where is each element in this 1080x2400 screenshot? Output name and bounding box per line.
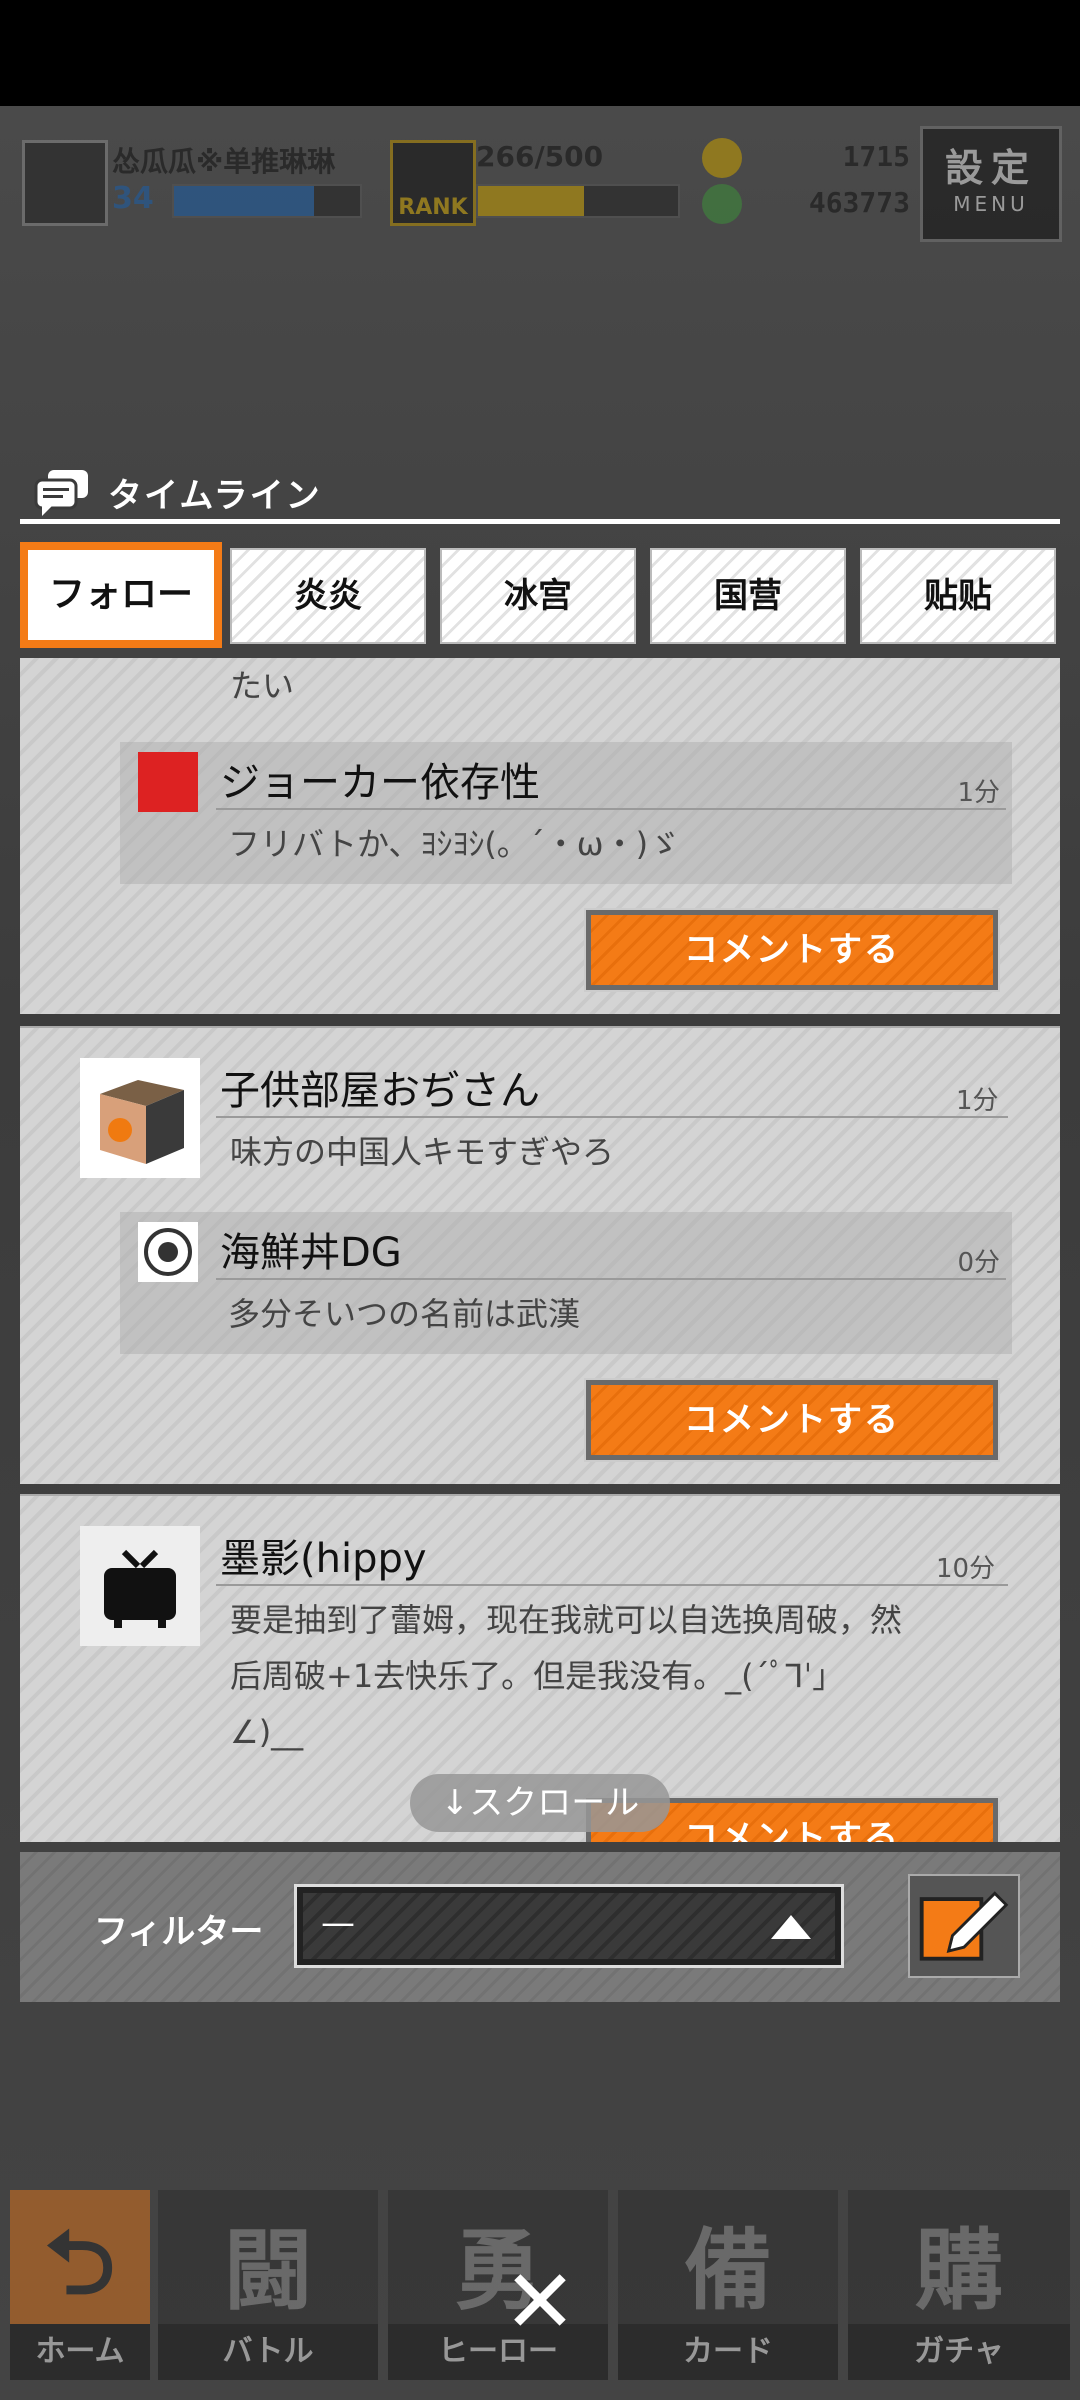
gacha-icon: 購 <box>914 2219 1003 2322</box>
nav-battle[interactable]: 闘 バトル <box>158 2190 378 2380</box>
comment-button[interactable]: コメントする <box>584 908 1000 992</box>
timeline-header: タイムライン <box>20 460 1060 524</box>
entry-divider <box>216 1584 1008 1586</box>
edit-pencil-icon <box>919 1891 1009 1961</box>
tab-tietie[interactable]: 贴贴 <box>860 548 1056 644</box>
reply-text: フリバトか、ﾖｼﾖｼ(。´・ω・)ゞ <box>228 825 681 863</box>
menu-label-top: 設定 <box>944 146 1037 190</box>
nav-gacha[interactable]: 購 ガチャ <box>848 2190 1070 2380</box>
status-bar <box>0 0 1080 106</box>
rank-progress-bar <box>476 184 680 218</box>
filter-dropdown[interactable]: — <box>294 1884 844 1968</box>
settings-menu-button[interactable]: 設定 MENU <box>920 126 1062 242</box>
rank-value: 266/500 <box>476 140 604 173</box>
entry-text-line: 后周破+1去快乐了。但是我没有。_(´ﾟ⅂ˈ」 <box>230 1657 845 1695</box>
reply-name: ジョーカー依存性 <box>220 760 540 806</box>
timeline-title: タイムライン <box>108 476 322 516</box>
reply-text: 多分そいつの名前は武漢 <box>228 1295 581 1333</box>
level-progress-bar <box>172 184 362 218</box>
nav-label: ホーム <box>10 2324 150 2380</box>
reply-avatar <box>138 1222 198 1282</box>
player-level: 34 <box>112 181 154 216</box>
entry-text: 味方の中国人キモすぎやろ <box>230 1133 615 1171</box>
card-icon: 備 <box>683 2219 772 2322</box>
scroll-hint[interactable]: ↓スクロール <box>410 1774 670 1832</box>
tab-guoying[interactable]: 国营 <box>650 548 846 644</box>
user-avatar <box>80 1526 200 1646</box>
comment-button-label: コメントする <box>591 1385 993 1455</box>
box-avatar-icon <box>100 1080 184 1164</box>
currency-green: 463773 <box>808 186 910 219</box>
rank-badge: RANK <box>390 140 476 226</box>
timeline-entry: たい ジョーカー依存性 1分 フリバトか、ﾖｼﾖｼ(。´・ω・)ゞ コメントする <box>20 658 1060 1014</box>
reply-time: 1分 <box>957 778 1000 808</box>
compose-button[interactable] <box>908 1874 1020 1978</box>
filter-bar: フィルター — <box>20 1852 1060 2002</box>
entry-text-line: ∠)__ <box>230 1713 304 1751</box>
player-hud: 怂瓜瓜※单推琳琳 34 RANK 266/500 1715 463773 設定 … <box>0 126 1080 246</box>
tab-enen[interactable]: 炎炎 <box>230 548 426 644</box>
battle-icon: 闘 <box>223 2219 312 2322</box>
gold-coin-icon <box>702 138 742 178</box>
entry-divider <box>216 1116 1008 1118</box>
tv-icon <box>104 1549 176 1628</box>
timeline-entry: 子供部屋おぢさん 1分 味方の中国人キモすぎやろ 海鮮丼DG 0分 多分そいつの… <box>20 1026 1060 1484</box>
close-icon[interactable]: ✕ <box>498 2258 582 2346</box>
comment-button-label: コメントする <box>591 915 993 985</box>
currency-gold: 1715 <box>842 140 910 173</box>
reply-box: 海鮮丼DG 0分 多分そいつの名前は武漢 <box>120 1212 1012 1354</box>
nav-card[interactable]: 備 カード <box>618 2190 838 2380</box>
nav-label: ガチャ <box>848 2324 1070 2380</box>
reply-time: 0分 <box>957 1248 1000 1278</box>
player-name: 怂瓜瓜※单推琳琳 <box>112 145 336 178</box>
dragon-avatar-icon <box>144 1228 192 1276</box>
entry-time: 10分 <box>936 1554 996 1584</box>
user-name: 子供部屋おぢさん <box>220 1068 540 1114</box>
comment-button[interactable]: コメントする <box>584 1378 1000 1462</box>
player-avatar <box>22 140 108 226</box>
reply-avatar <box>138 752 198 812</box>
nav-label: カード <box>618 2324 838 2380</box>
chat-bubble-icon <box>34 470 88 516</box>
header-divider <box>20 519 1060 524</box>
timeline-tabs: フォロー 炎炎 冰宫 国营 贴贴 <box>20 542 1060 650</box>
entry-time: 1分 <box>956 1086 999 1116</box>
triangle-up-icon <box>771 1915 811 1939</box>
reply-name: 海鮮丼DG <box>220 1230 402 1276</box>
tab-follow[interactable]: フォロー <box>20 542 222 648</box>
tab-binggong[interactable]: 冰宫 <box>440 548 636 644</box>
entry-text: 要是抽到了蕾姆，现在我就可以自选换周破，然 后周破+1去快乐了。但是我没有。_(… <box>230 1592 990 1760</box>
timeline-feed[interactable]: たい ジョーカー依存性 1分 フリバトか、ﾖｼﾖｼ(。´・ω・)ゞ コメントする… <box>20 658 1060 1842</box>
filter-value: — <box>321 1903 355 1943</box>
nav-label: バトル <box>158 2324 378 2380</box>
reply-box: ジョーカー依存性 1分 フリバトか、ﾖｼﾖｼ(。´・ω・)ゞ <box>120 742 1012 884</box>
reply-divider <box>216 808 1006 810</box>
user-name: 墨影(hippy <box>220 1536 427 1582</box>
green-coin-icon <box>702 184 742 224</box>
nav-home[interactable]: ⮌ ホーム <box>10 2190 150 2380</box>
entry-text-line: 要是抽到了蕾姆，现在我就可以自选换周破，然 <box>230 1601 903 1639</box>
entry-text: たい <box>230 667 295 705</box>
filter-label: フィルター <box>94 1912 264 1952</box>
reply-divider <box>216 1278 1006 1280</box>
user-avatar <box>80 1058 200 1178</box>
menu-label-bottom: MENU <box>953 192 1029 216</box>
